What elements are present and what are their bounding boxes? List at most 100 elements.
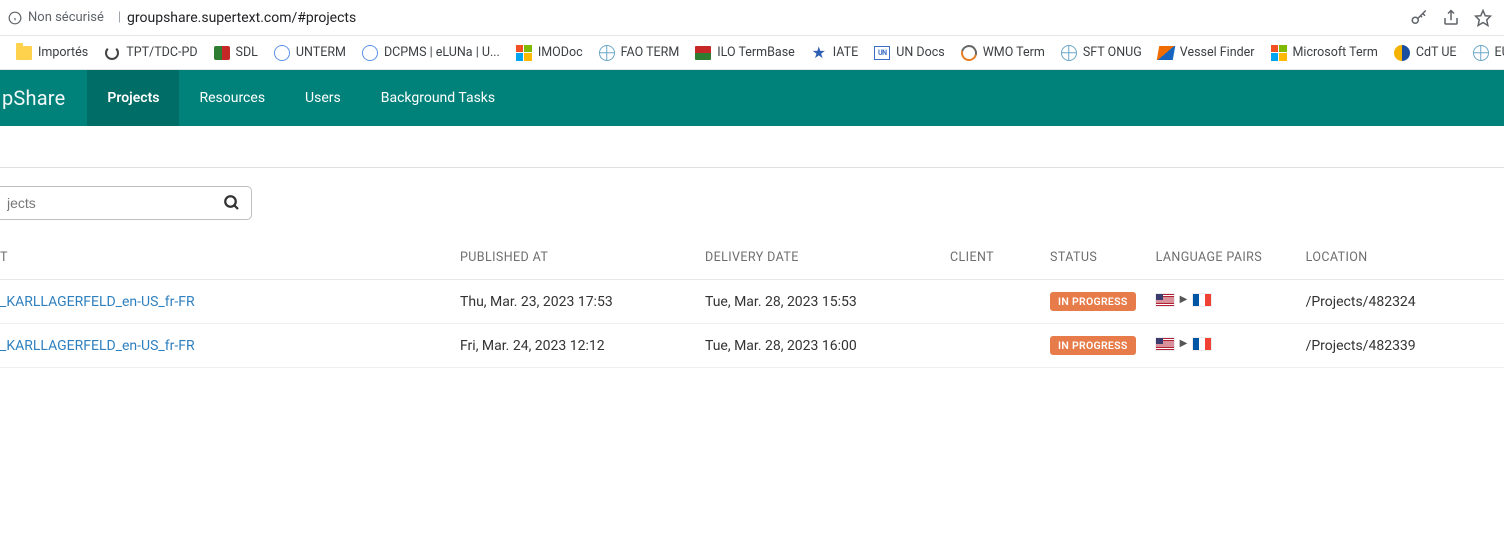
bookmark-label: Importés	[38, 45, 88, 60]
security-label: Non sécurisé	[28, 10, 104, 25]
cell-location: /Projects/482324	[1296, 280, 1504, 324]
bookmark-label: CdT UE	[1416, 45, 1457, 60]
security-indicator[interactable]: Non sécurisé	[8, 10, 104, 25]
bookmark-item[interactable]: CdT UE	[1388, 41, 1463, 65]
table-row: _KARLLAGERFELD_en-US_fr-FR Fri, Mar. 24,…	[0, 324, 1504, 368]
vessel-icon	[1158, 45, 1174, 61]
toolbar-strip	[0, 126, 1504, 168]
language-pair: ▶	[1156, 294, 1212, 306]
un-icon	[362, 45, 378, 61]
bookmark-label: Microsoft Term	[1293, 45, 1378, 60]
bookmark-item[interactable]: ★IATE	[805, 41, 864, 65]
bookmark-label: IMODoc	[538, 45, 583, 60]
nav-resources[interactable]: Resources	[179, 70, 285, 126]
globe-icon	[1473, 45, 1489, 61]
bookmark-item[interactable]: ILO TermBase	[689, 41, 801, 65]
bookmark-item[interactable]: Importés	[10, 41, 94, 65]
brand-text: pShare	[2, 86, 65, 110]
cell-client	[940, 280, 1040, 324]
bookmark-label: SFT ONUG	[1083, 45, 1142, 60]
folder-icon	[16, 45, 32, 61]
bookmark-label: FAO TERM	[621, 45, 680, 60]
bookmark-label: UNTERM	[296, 45, 346, 60]
col-status[interactable]: STATUS	[1040, 238, 1146, 280]
ms-icon	[1271, 45, 1287, 61]
bookmark-label: TPT/TDC-PD	[126, 45, 197, 60]
top-nav: pShare ProjectsResourcesUsersBackground …	[0, 70, 1504, 126]
bookmark-item[interactable]: DCPMS | eLUNa | U...	[356, 41, 506, 65]
info-icon	[8, 11, 22, 25]
cell-published: Fri, Mar. 24, 2023 12:12	[450, 324, 695, 368]
browser-address-bar: Non sécurisé | groupshare.supertext.com/…	[0, 0, 1504, 36]
flag-fr-icon	[1193, 338, 1211, 350]
bookmark-label: IATE	[833, 45, 858, 60]
arrow-right-icon: ▶	[1180, 338, 1188, 349]
bookmark-item[interactable]: TPT/TDC-PD	[98, 41, 203, 65]
ilo-icon	[695, 45, 711, 61]
col-published[interactable]: PUBLISHED AT	[450, 238, 695, 280]
status-badge: IN PROGRESS	[1050, 292, 1136, 311]
table-row: _KARLLAGERFELD_en-US_fr-FR Thu, Mar. 23,…	[0, 280, 1504, 324]
bookmark-item[interactable]: SDL	[208, 41, 264, 65]
col-lang[interactable]: LANGUAGE PAIRS	[1146, 238, 1296, 280]
bookmark-label: Vessel Finder	[1180, 45, 1255, 60]
search-input[interactable]	[7, 195, 223, 211]
table-header-row: T PUBLISHED AT DELIVERY DATE CLIENT STAT…	[0, 238, 1504, 280]
nav-background-tasks[interactable]: Background Tasks	[361, 70, 515, 126]
bookmarks-bar: Importés TPT/TDC-PD SDL UNTERM DCPMS | eLUNa…	[0, 36, 1504, 70]
undocs-icon: UN	[874, 45, 890, 61]
puzzle-icon	[214, 45, 230, 61]
globe-icon	[1061, 45, 1077, 61]
search-area	[0, 168, 1504, 238]
bookmark-item[interactable]: WMO Term	[955, 41, 1051, 65]
status-badge: IN PROGRESS	[1050, 336, 1136, 355]
flag-fr-icon	[1193, 294, 1211, 306]
un-icon	[274, 45, 290, 61]
separator: |	[118, 10, 121, 25]
bookmark-item[interactable]: UNTERM	[268, 41, 352, 65]
star-outline-icon[interactable]	[1474, 9, 1492, 27]
cell-published: Thu, Mar. 23, 2023 17:53	[450, 280, 695, 324]
bookmark-label: SDL	[236, 45, 258, 60]
url-text[interactable]: groupshare.supertext.com/#projects	[127, 10, 1410, 26]
projects-table: T PUBLISHED AT DELIVERY DATE CLIENT STAT…	[0, 238, 1504, 368]
cell-client	[940, 324, 1040, 368]
brand[interactable]: pShare	[0, 70, 87, 126]
bookmark-item[interactable]: Microsoft Term	[1265, 41, 1384, 65]
bookmark-item[interactable]: SFT ONUG	[1055, 41, 1148, 65]
bookmark-label: UN Docs	[896, 45, 944, 60]
key-icon[interactable]	[1410, 9, 1428, 27]
bookmark-item[interactable]: Vessel Finder	[1152, 41, 1261, 65]
wmo-icon	[961, 45, 977, 61]
bookmark-label: WMO Term	[983, 45, 1045, 60]
cell-delivery: Tue, Mar. 28, 2023 15:53	[695, 280, 940, 324]
language-pair: ▶	[1156, 338, 1212, 350]
bookmark-item[interactable]: FAO TERM	[593, 41, 686, 65]
col-project[interactable]: T	[0, 238, 450, 280]
flag-us-icon	[1156, 338, 1174, 350]
project-link[interactable]: _KARLLAGERFELD_en-US_fr-FR	[0, 338, 195, 354]
arrow-right-icon: ▶	[1180, 294, 1188, 305]
swirl-icon	[104, 45, 120, 61]
ms-icon	[516, 45, 532, 61]
nav-projects[interactable]: Projects	[87, 70, 179, 126]
bookmark-label: DCPMS | eLUNa | U...	[384, 45, 500, 60]
flag-us-icon	[1156, 294, 1174, 306]
nav-users[interactable]: Users	[285, 70, 361, 126]
share-icon[interactable]	[1442, 9, 1460, 27]
project-link[interactable]: _KARLLAGERFELD_en-US_fr-FR	[0, 294, 195, 310]
col-delivery[interactable]: DELIVERY DATE	[695, 238, 940, 280]
cell-delivery: Tue, Mar. 28, 2023 16:00	[695, 324, 940, 368]
cdt-icon	[1394, 45, 1410, 61]
search-icon[interactable]	[223, 194, 241, 212]
bookmark-label: EU-IPC	[1495, 45, 1504, 60]
cell-location: /Projects/482339	[1296, 324, 1504, 368]
bookmark-item[interactable]: UN UN Docs	[868, 41, 950, 65]
col-client[interactable]: CLIENT	[940, 238, 1040, 280]
search-box[interactable]	[0, 186, 252, 220]
globe-icon	[599, 45, 615, 61]
bookmark-item[interactable]: IMODoc	[510, 41, 589, 65]
col-location[interactable]: LOCATION	[1296, 238, 1504, 280]
bookmark-item[interactable]: EU-IPC	[1467, 41, 1504, 65]
bookmark-label: ILO TermBase	[717, 45, 795, 60]
